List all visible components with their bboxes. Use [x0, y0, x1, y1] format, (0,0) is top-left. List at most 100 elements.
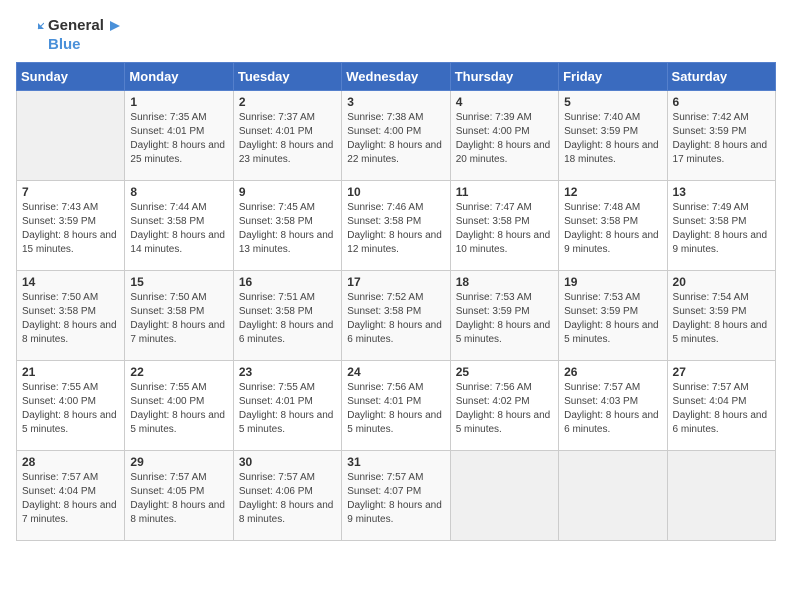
sunrise-text: Sunrise: 7:57 AM — [22, 472, 98, 483]
daylight-text: Daylight: 8 hours and 5 minutes. — [347, 410, 442, 435]
calendar-week-row: 21 Sunrise: 7:55 AM Sunset: 4:00 PM Dayl… — [17, 361, 776, 451]
sunrise-text: Sunrise: 7:35 AM — [130, 112, 206, 123]
day-number: 13 — [673, 185, 770, 199]
calendar-cell: 2 Sunrise: 7:37 AM Sunset: 4:01 PM Dayli… — [233, 91, 341, 181]
sunset-text: Sunset: 3:58 PM — [673, 216, 747, 227]
day-number: 14 — [22, 275, 119, 289]
day-number: 23 — [239, 365, 336, 379]
cell-info: Sunrise: 7:38 AM Sunset: 4:00 PM Dayligh… — [347, 111, 444, 167]
daylight-text: Daylight: 8 hours and 20 minutes. — [456, 140, 551, 165]
calendar-cell: 5 Sunrise: 7:40 AM Sunset: 3:59 PM Dayli… — [559, 91, 667, 181]
day-number: 16 — [239, 275, 336, 289]
calendar-cell: 6 Sunrise: 7:42 AM Sunset: 3:59 PM Dayli… — [667, 91, 775, 181]
day-number: 27 — [673, 365, 770, 379]
sunrise-text: Sunrise: 7:44 AM — [130, 202, 206, 213]
calendar-cell: 30 Sunrise: 7:57 AM Sunset: 4:06 PM Dayl… — [233, 451, 341, 541]
day-number: 6 — [673, 95, 770, 109]
calendar-body: 1 Sunrise: 7:35 AM Sunset: 4:01 PM Dayli… — [17, 91, 776, 541]
calendar-cell: 31 Sunrise: 7:57 AM Sunset: 4:07 PM Dayl… — [342, 451, 450, 541]
sunrise-text: Sunrise: 7:50 AM — [22, 292, 98, 303]
day-number: 20 — [673, 275, 770, 289]
sunrise-text: Sunrise: 7:55 AM — [239, 382, 315, 393]
cell-info: Sunrise: 7:42 AM Sunset: 3:59 PM Dayligh… — [673, 111, 770, 167]
sunset-text: Sunset: 4:04 PM — [673, 396, 747, 407]
daylight-text: Daylight: 8 hours and 22 minutes. — [347, 140, 442, 165]
cell-info: Sunrise: 7:51 AM Sunset: 3:58 PM Dayligh… — [239, 291, 336, 347]
sunrise-text: Sunrise: 7:57 AM — [130, 472, 206, 483]
sunset-text: Sunset: 4:00 PM — [456, 126, 530, 137]
daylight-text: Daylight: 8 hours and 9 minutes. — [673, 230, 768, 255]
cell-info: Sunrise: 7:53 AM Sunset: 3:59 PM Dayligh… — [564, 291, 661, 347]
cell-info: Sunrise: 7:39 AM Sunset: 4:00 PM Dayligh… — [456, 111, 553, 167]
cell-info: Sunrise: 7:56 AM Sunset: 4:02 PM Dayligh… — [456, 381, 553, 437]
day-number: 31 — [347, 455, 444, 469]
sunrise-text: Sunrise: 7:48 AM — [564, 202, 640, 213]
sunset-text: Sunset: 3:58 PM — [239, 306, 313, 317]
sunset-text: Sunset: 3:58 PM — [564, 216, 638, 227]
cell-info: Sunrise: 7:55 AM Sunset: 4:00 PM Dayligh… — [130, 381, 227, 437]
daylight-text: Daylight: 8 hours and 6 minutes. — [239, 320, 334, 345]
sunrise-text: Sunrise: 7:57 AM — [564, 382, 640, 393]
calendar-cell: 15 Sunrise: 7:50 AM Sunset: 3:58 PM Dayl… — [125, 271, 233, 361]
day-number: 30 — [239, 455, 336, 469]
cell-info: Sunrise: 7:53 AM Sunset: 3:59 PM Dayligh… — [456, 291, 553, 347]
calendar-cell: 10 Sunrise: 7:46 AM Sunset: 3:58 PM Dayl… — [342, 181, 450, 271]
day-number: 28 — [22, 455, 119, 469]
day-number: 2 — [239, 95, 336, 109]
calendar-cell — [559, 451, 667, 541]
calendar-cell: 8 Sunrise: 7:44 AM Sunset: 3:58 PM Dayli… — [125, 181, 233, 271]
cell-info: Sunrise: 7:40 AM Sunset: 3:59 PM Dayligh… — [564, 111, 661, 167]
cell-info: Sunrise: 7:37 AM Sunset: 4:01 PM Dayligh… — [239, 111, 336, 167]
calendar-cell: 4 Sunrise: 7:39 AM Sunset: 4:00 PM Dayli… — [450, 91, 558, 181]
daylight-text: Daylight: 8 hours and 7 minutes. — [22, 500, 117, 525]
calendar-cell: 19 Sunrise: 7:53 AM Sunset: 3:59 PM Dayl… — [559, 271, 667, 361]
day-number: 17 — [347, 275, 444, 289]
daylight-text: Daylight: 8 hours and 7 minutes. — [130, 320, 225, 345]
daylight-text: Daylight: 8 hours and 6 minutes. — [564, 410, 659, 435]
daylight-text: Daylight: 8 hours and 5 minutes. — [239, 410, 334, 435]
sunrise-text: Sunrise: 7:55 AM — [130, 382, 206, 393]
sunrise-text: Sunrise: 7:49 AM — [673, 202, 749, 213]
calendar-week-row: 1 Sunrise: 7:35 AM Sunset: 4:01 PM Dayli… — [17, 91, 776, 181]
calendar-cell — [667, 451, 775, 541]
sunrise-text: Sunrise: 7:40 AM — [564, 112, 640, 123]
cell-info: Sunrise: 7:49 AM Sunset: 3:58 PM Dayligh… — [673, 201, 770, 257]
sunset-text: Sunset: 3:59 PM — [22, 216, 96, 227]
sunset-text: Sunset: 4:00 PM — [22, 396, 96, 407]
sunrise-text: Sunrise: 7:39 AM — [456, 112, 532, 123]
calendar-cell: 16 Sunrise: 7:51 AM Sunset: 3:58 PM Dayl… — [233, 271, 341, 361]
sunset-text: Sunset: 3:58 PM — [130, 306, 204, 317]
sunrise-text: Sunrise: 7:50 AM — [130, 292, 206, 303]
calendar-week-row: 14 Sunrise: 7:50 AM Sunset: 3:58 PM Dayl… — [17, 271, 776, 361]
sunset-text: Sunset: 3:59 PM — [564, 126, 638, 137]
sunset-text: Sunset: 4:06 PM — [239, 486, 313, 497]
sunset-text: Sunset: 4:00 PM — [130, 396, 204, 407]
day-number: 19 — [564, 275, 661, 289]
calendar-cell: 26 Sunrise: 7:57 AM Sunset: 4:03 PM Dayl… — [559, 361, 667, 451]
sunrise-text: Sunrise: 7:37 AM — [239, 112, 315, 123]
calendar-cell — [17, 91, 125, 181]
day-number: 11 — [456, 185, 553, 199]
sunrise-text: Sunrise: 7:57 AM — [239, 472, 315, 483]
day-number: 9 — [239, 185, 336, 199]
sunrise-text: Sunrise: 7:47 AM — [456, 202, 532, 213]
logo-arrow — [106, 21, 120, 31]
daylight-text: Daylight: 8 hours and 12 minutes. — [347, 230, 442, 255]
calendar-cell: 1 Sunrise: 7:35 AM Sunset: 4:01 PM Dayli… — [125, 91, 233, 181]
weekday-header-cell: Tuesday — [233, 63, 341, 91]
weekday-header-cell: Friday — [559, 63, 667, 91]
weekday-header-cell: Sunday — [17, 63, 125, 91]
sunrise-text: Sunrise: 7:56 AM — [347, 382, 423, 393]
logo-blue: Blue — [48, 36, 81, 53]
daylight-text: Daylight: 8 hours and 5 minutes. — [456, 410, 551, 435]
day-number: 10 — [347, 185, 444, 199]
day-number: 3 — [347, 95, 444, 109]
cell-info: Sunrise: 7:47 AM Sunset: 3:58 PM Dayligh… — [456, 201, 553, 257]
day-number: 18 — [456, 275, 553, 289]
daylight-text: Daylight: 8 hours and 14 minutes. — [130, 230, 225, 255]
day-number: 26 — [564, 365, 661, 379]
calendar-cell: 21 Sunrise: 7:55 AM Sunset: 4:00 PM Dayl… — [17, 361, 125, 451]
day-number: 24 — [347, 365, 444, 379]
sunset-text: Sunset: 4:00 PM — [347, 126, 421, 137]
cell-info: Sunrise: 7:57 AM Sunset: 4:04 PM Dayligh… — [22, 471, 119, 527]
